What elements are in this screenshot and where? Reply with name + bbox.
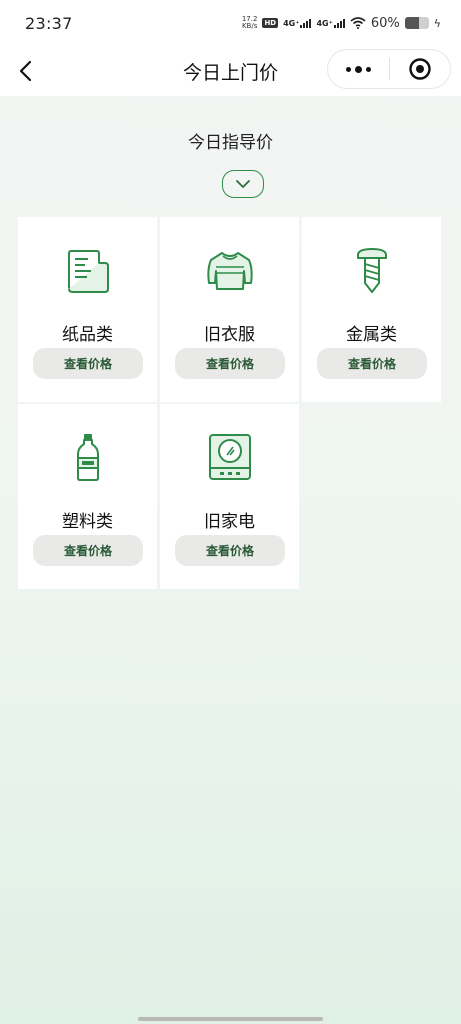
chevron-left-icon (19, 60, 32, 82)
expand-button[interactable] (222, 170, 264, 198)
more-button[interactable] (328, 50, 389, 88)
appliance-icon (209, 434, 251, 480)
close-button[interactable] (390, 50, 450, 88)
category-card-metal[interactable]: 金属类 查看价格 (302, 217, 441, 402)
category-card-appliance[interactable]: 旧家电 查看价格 (160, 404, 299, 589)
signal-label-2: 4G⁺ (316, 18, 333, 28)
category-label: 旧衣服 (204, 325, 255, 345)
view-price-button[interactable]: 查看价格 (175, 535, 285, 566)
signal-label-1: 4G⁺ (283, 18, 300, 28)
signal-icon-1: 4G⁺ (283, 18, 312, 28)
category-card-clothes[interactable]: 旧衣服 查看价格 (160, 217, 299, 402)
chevron-down-icon (236, 180, 250, 188)
paper-icon (68, 250, 109, 293)
target-circle-icon (409, 58, 431, 80)
category-label: 塑料类 (62, 512, 113, 532)
wifi-icon (350, 17, 366, 29)
view-price-button[interactable]: 查看价格 (175, 348, 285, 379)
section-title: 今日指导价 (188, 133, 273, 153)
status-time: 23:37 (25, 13, 73, 33)
status-bar: 23:37 17.2 KB/s HD 4G⁺ 4G⁺ 60% ϟ (0, 0, 461, 46)
category-label: 旧家电 (204, 512, 255, 532)
category-card-plastic[interactable]: 塑料类 查看价格 (18, 404, 157, 589)
category-label: 纸品类 (62, 325, 113, 345)
sweater-icon (207, 252, 253, 290)
miniprogram-capsule (327, 49, 451, 89)
back-button[interactable] (12, 56, 40, 86)
plastic-bottle-icon (77, 434, 99, 481)
status-indicators: 17.2 KB/s HD 4G⁺ 4G⁺ 60% ϟ (242, 16, 441, 31)
more-dots-icon (346, 65, 371, 73)
view-price-button[interactable]: 查看价格 (33, 348, 143, 379)
battery-percent: 60% (370, 15, 400, 31)
signal-icon-2: 4G⁺ (316, 18, 345, 28)
hd-badge: HD (262, 18, 279, 28)
category-card-paper[interactable]: 纸品类 查看价格 (18, 217, 157, 402)
view-price-button[interactable]: 查看价格 (317, 348, 427, 379)
charging-icon: ϟ (433, 16, 441, 30)
battery-icon (404, 17, 429, 29)
screw-icon (357, 248, 387, 293)
home-indicator[interactable] (138, 1017, 323, 1021)
network-speed-unit: KB/s (241, 22, 258, 30)
network-speed: 17.2 KB/s (242, 16, 258, 30)
view-price-button[interactable]: 查看价格 (33, 535, 143, 566)
navigation-bar: 今日上门价 (0, 46, 461, 96)
category-label: 金属类 (346, 325, 397, 345)
